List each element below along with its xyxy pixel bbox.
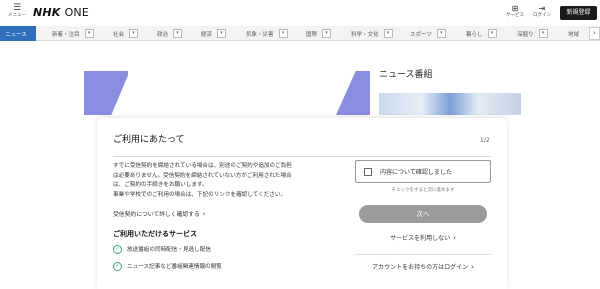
body-line: は必要ありません。受信契約を締結されていない方がご利用された場合 — [113, 172, 292, 179]
nav-item-sports[interactable]: スポーツ ▾ — [410, 26, 446, 41]
contract-details-link[interactable]: 受信契約について詳しく確認する › — [113, 210, 206, 219]
decline-service-label: サービスを利用しない — [390, 235, 451, 242]
contract-details-label: 受信契約について詳しく確認する — [113, 212, 200, 218]
login-label: ログイン — [533, 13, 551, 18]
feature-item: ✓ 放送番組の同時配信・見逃し配信 — [113, 245, 211, 254]
menu-button[interactable]: ☰ メニュー — [6, 4, 28, 19]
nav-item-international[interactable]: 国際 ▾ — [306, 26, 332, 41]
logo-one-text: ONE — [64, 6, 90, 19]
account-login-label: アカウントをお持ちの方はログイン — [372, 264, 469, 271]
chevron-down-icon[interactable]: ▾ — [322, 29, 332, 38]
nav-item-new[interactable]: 新着・注目 ▾ — [52, 26, 94, 41]
nav-item-deepdive[interactable]: 深掘り ▾ — [517, 26, 548, 41]
checkbox[interactable] — [364, 167, 372, 176]
services-label: サービス — [506, 13, 524, 18]
chevron-down-icon[interactable]: ▾ — [173, 29, 183, 38]
nav-item-news[interactable]: ニュース — [0, 26, 36, 41]
category-nav: ニュース 新着・注目 ▾ 社会 ▾ 政治 ▾ 経済 ▾ 気象・災害 ▾ 国際 ▾… — [0, 26, 600, 41]
logo-nhk-text: NHK — [33, 6, 61, 19]
chevron-down-icon[interactable]: ▾ — [538, 29, 548, 38]
services-heading: ご利用いただけるサービス — [113, 230, 197, 238]
decline-service-link[interactable]: サービスを利用しない › — [355, 234, 491, 243]
next-button[interactable]: 次へ — [359, 205, 487, 223]
chevron-right-icon: › — [453, 234, 456, 242]
body-line: すでに受信契約を締結されている場合は、別途のご契約や追加のご負担 — [113, 163, 292, 169]
feature-label: ニュース記事など番組関連情報の閲覧 — [127, 263, 222, 270]
nav-item-politics[interactable]: 政治 ▾ — [157, 26, 183, 41]
grid-icon: ⊞ — [511, 4, 519, 13]
account-login-link[interactable]: アカウントをお持ちの方はログイン › — [355, 263, 491, 272]
nhk-one-logo[interactable]: NHK ONE — [33, 7, 89, 19]
nav-item-label: 新着・注目 — [52, 31, 80, 38]
divider — [113, 156, 491, 157]
login-icon: ⇥ — [538, 4, 546, 13]
feature-label: 放送番組の同時配信・見逃し配信 — [127, 246, 211, 253]
nav-item-label: 地域 — [568, 31, 580, 38]
program-thumbnail[interactable] — [379, 93, 521, 115]
modal-body-text: すでに受信契約を締結されている場合は、別途のご契約や追加のご負担 は必要ありませ… — [113, 162, 347, 200]
chevron-down-icon[interactable]: ▾ — [84, 29, 94, 38]
divider — [355, 254, 491, 255]
nav-item-weather[interactable]: 気象・災害 ▾ — [246, 26, 288, 41]
chevron-right-icon[interactable]: › — [589, 27, 600, 40]
nav-item-society[interactable]: 社会 ▾ — [113, 26, 139, 41]
news-programs-heading: ニュース番組 — [379, 70, 433, 80]
hamburger-icon: ☰ — [12, 3, 22, 13]
chevron-down-icon[interactable]: ▾ — [217, 29, 227, 38]
chevron-right-icon: › — [202, 210, 206, 218]
body-line: 事業や学校でのご利用の場合は、下記のリンクを確認してください。 — [113, 191, 287, 198]
chevron-down-icon[interactable]: ▾ — [278, 29, 288, 38]
modal-title: ご利用にあたって — [113, 135, 185, 145]
body-line: は、ご契約の手続きをお願いします。 — [113, 182, 208, 188]
nav-item-life[interactable]: 暮らし ▾ — [466, 26, 497, 41]
chevron-down-icon[interactable]: ▾ — [383, 29, 393, 38]
nav-item-economy[interactable]: 経済 ▾ — [201, 26, 227, 41]
signup-button[interactable]: 新規登録 — [560, 6, 597, 20]
nav-item-science[interactable]: 科学・文化 ▾ — [351, 26, 393, 41]
chevron-down-icon[interactable]: ▾ — [436, 29, 446, 38]
nav-item-label: 経済 — [201, 31, 213, 38]
menu-label: メニュー — [8, 13, 26, 18]
nav-item-label: ニュース — [5, 31, 27, 38]
terms-modal: ご利用にあたって 1/2 すでに受信契約を締結されている場合は、別途のご契約や追… — [97, 118, 507, 289]
nav-item-region[interactable]: 地域 — [568, 26, 579, 41]
chevron-down-icon[interactable]: ▾ — [487, 29, 497, 38]
nav-item-label: 深掘り — [517, 31, 534, 38]
chevron-down-icon[interactable]: ▾ — [129, 29, 139, 38]
agree-checkbox-field[interactable]: 内容について確認しました — [355, 160, 491, 183]
nav-item-label: 社会 — [113, 31, 125, 38]
check-circle-icon: ✓ — [113, 245, 122, 254]
nav-item-label: スポーツ — [410, 31, 432, 38]
nav-item-label: 科学・文化 — [351, 31, 379, 38]
site-header: ☰ メニュー NHK ONE ⊞ サービス ⇥ ログイン 新規登録 — [0, 0, 600, 26]
nav-item-label: 政治 — [157, 31, 169, 38]
services-button[interactable]: ⊞ サービス — [504, 4, 526, 19]
nav-item-label: 気象・災害 — [246, 31, 274, 38]
nav-item-label: 国際 — [306, 31, 318, 38]
nav-item-label: 暮らし — [466, 31, 483, 38]
hero-graphic-accent — [336, 71, 370, 115]
check-circle-icon: ✓ — [113, 262, 122, 271]
chevron-right-icon: › — [471, 263, 474, 271]
login-button[interactable]: ⇥ ログイン — [531, 4, 553, 19]
feature-item: ✓ ニュース記事など番組関連情報の閲覧 — [113, 262, 222, 271]
hero-graphic — [84, 71, 128, 115]
agree-note: チェックをすると次に進めます — [391, 188, 455, 193]
page-indicator: 1/2 — [480, 137, 490, 144]
agree-label: 内容について確認しました — [380, 169, 452, 176]
